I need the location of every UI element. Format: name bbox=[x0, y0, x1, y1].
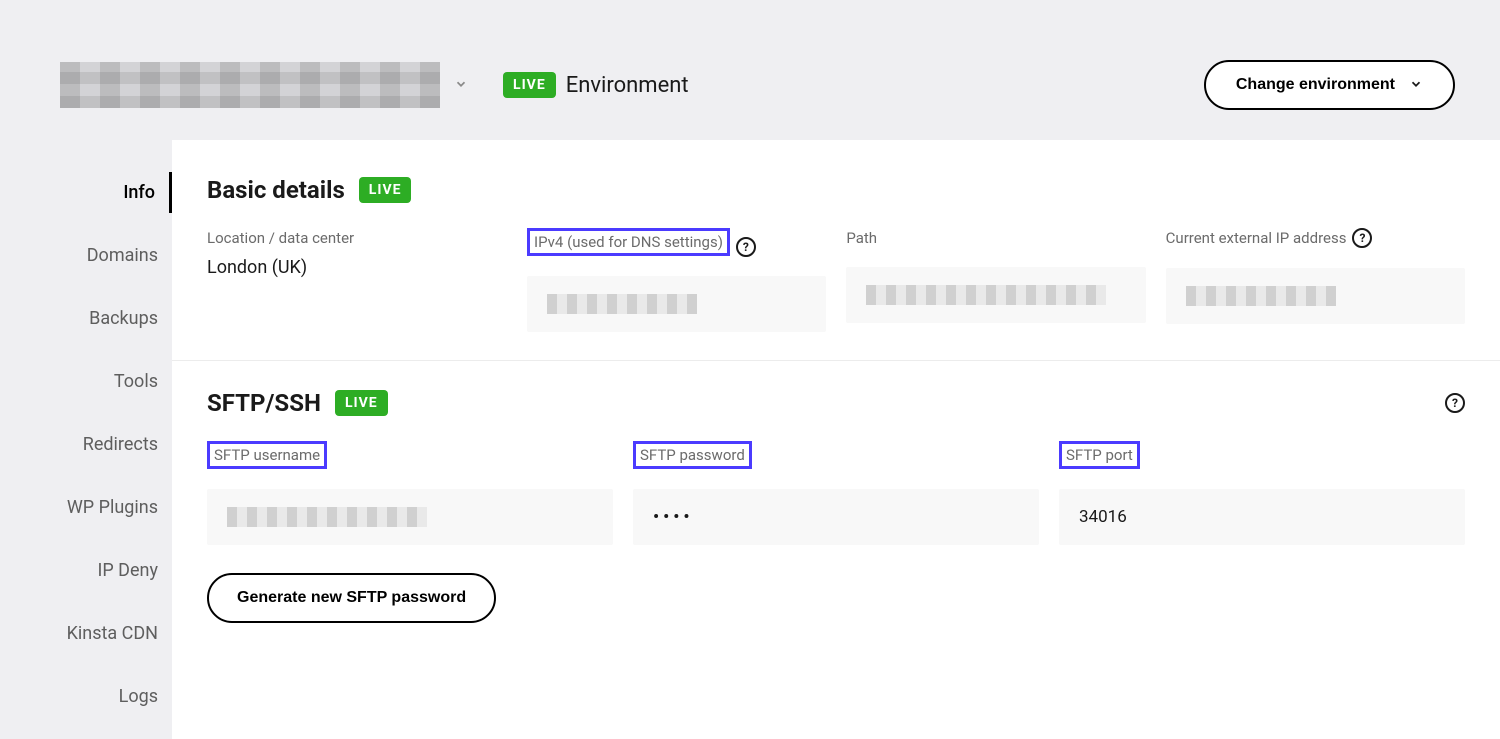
path-value bbox=[846, 267, 1145, 323]
sidebar-item-info[interactable]: Info bbox=[0, 172, 172, 213]
basic-details-title: Basic details bbox=[207, 176, 345, 204]
sftp-live-badge: LIVE bbox=[335, 390, 388, 416]
sftp-header: SFTP/SSH LIVE ? bbox=[207, 389, 1465, 417]
basic-details-header: Basic details LIVE bbox=[207, 176, 1465, 204]
external-ip-redacted bbox=[1186, 286, 1336, 306]
sftp-username-value bbox=[207, 489, 613, 545]
sftp-password-value: •••• bbox=[633, 489, 1039, 545]
sftp-password-column: SFTP password •••• bbox=[633, 441, 1039, 545]
path-label: Path bbox=[846, 229, 877, 247]
basic-details-live-badge: LIVE bbox=[359, 177, 412, 203]
sidebar-item-domains[interactable]: Domains bbox=[0, 235, 172, 276]
sftp-password-label: SFTP password bbox=[633, 441, 752, 469]
sftp-port-column: SFTP port 34016 bbox=[1059, 441, 1465, 545]
sidebar-item-logs[interactable]: Logs bbox=[0, 676, 172, 717]
sidebar-item-redirects[interactable]: Redirects bbox=[0, 424, 172, 465]
sidebar-item-tools[interactable]: Tools bbox=[0, 361, 172, 402]
sftp-port-value: 34016 bbox=[1059, 489, 1465, 545]
ipv4-redacted bbox=[547, 294, 697, 314]
sftp-username-redacted bbox=[227, 507, 427, 527]
section-divider bbox=[172, 360, 1500, 361]
sftp-port-label: SFTP port bbox=[1059, 441, 1140, 469]
site-name-redacted bbox=[60, 62, 440, 108]
environment-label: Environment bbox=[566, 73, 689, 98]
external-ip-label: Current external IP address bbox=[1166, 229, 1347, 247]
change-environment-label: Change environment bbox=[1236, 76, 1395, 94]
header-bar: LIVE Environment Change environment bbox=[0, 0, 1500, 140]
sftp-username-label: SFTP username bbox=[207, 441, 327, 469]
sidebar-item-ip-deny[interactable]: IP Deny bbox=[0, 550, 172, 591]
chevron-down-icon bbox=[1409, 77, 1423, 94]
sftp-grid: SFTP username SFTP password •••• SFTP po… bbox=[207, 441, 1465, 545]
sidebar-item-backups[interactable]: Backups bbox=[0, 298, 172, 339]
help-icon[interactable]: ? bbox=[1445, 393, 1465, 413]
location-value: London (UK) bbox=[207, 257, 507, 278]
sidebar: Info Domains Backups Tools Redirects WP … bbox=[0, 140, 172, 739]
sidebar-item-wp-plugins[interactable]: WP Plugins bbox=[0, 487, 172, 528]
path-redacted bbox=[866, 285, 1106, 305]
ipv4-column: IPv4 (used for DNS settings) ? bbox=[527, 228, 826, 332]
basic-details-grid: Location / data center London (UK) IPv4 … bbox=[207, 228, 1465, 332]
main-panel: Basic details LIVE Location / data cente… bbox=[172, 140, 1500, 739]
help-icon[interactable]: ? bbox=[736, 237, 756, 257]
sftp-username-column: SFTP username bbox=[207, 441, 613, 545]
generate-sftp-password-label: Generate new SFTP password bbox=[237, 589, 466, 607]
site-selector[interactable] bbox=[60, 62, 468, 108]
sftp-password-mask: •••• bbox=[653, 507, 693, 527]
sftp-title: SFTP/SSH bbox=[207, 389, 321, 417]
ipv4-label: IPv4 (used for DNS settings) bbox=[527, 228, 730, 256]
sftp-port-number: 34016 bbox=[1079, 507, 1127, 527]
location-column: Location / data center London (UK) bbox=[207, 228, 507, 278]
chevron-down-icon bbox=[454, 76, 468, 95]
sidebar-item-kinsta-cdn[interactable]: Kinsta CDN bbox=[0, 613, 172, 654]
path-column: Path bbox=[846, 228, 1145, 323]
ipv4-value bbox=[527, 276, 826, 332]
env-live-badge: LIVE bbox=[503, 72, 556, 98]
help-icon[interactable]: ? bbox=[1352, 228, 1372, 248]
location-label: Location / data center bbox=[207, 229, 354, 247]
generate-sftp-password-button[interactable]: Generate new SFTP password bbox=[207, 573, 496, 623]
change-environment-button[interactable]: Change environment bbox=[1204, 60, 1455, 110]
page-layout: Info Domains Backups Tools Redirects WP … bbox=[0, 140, 1500, 739]
external-ip-column: Current external IP address ? bbox=[1166, 228, 1465, 324]
external-ip-value bbox=[1166, 268, 1465, 324]
